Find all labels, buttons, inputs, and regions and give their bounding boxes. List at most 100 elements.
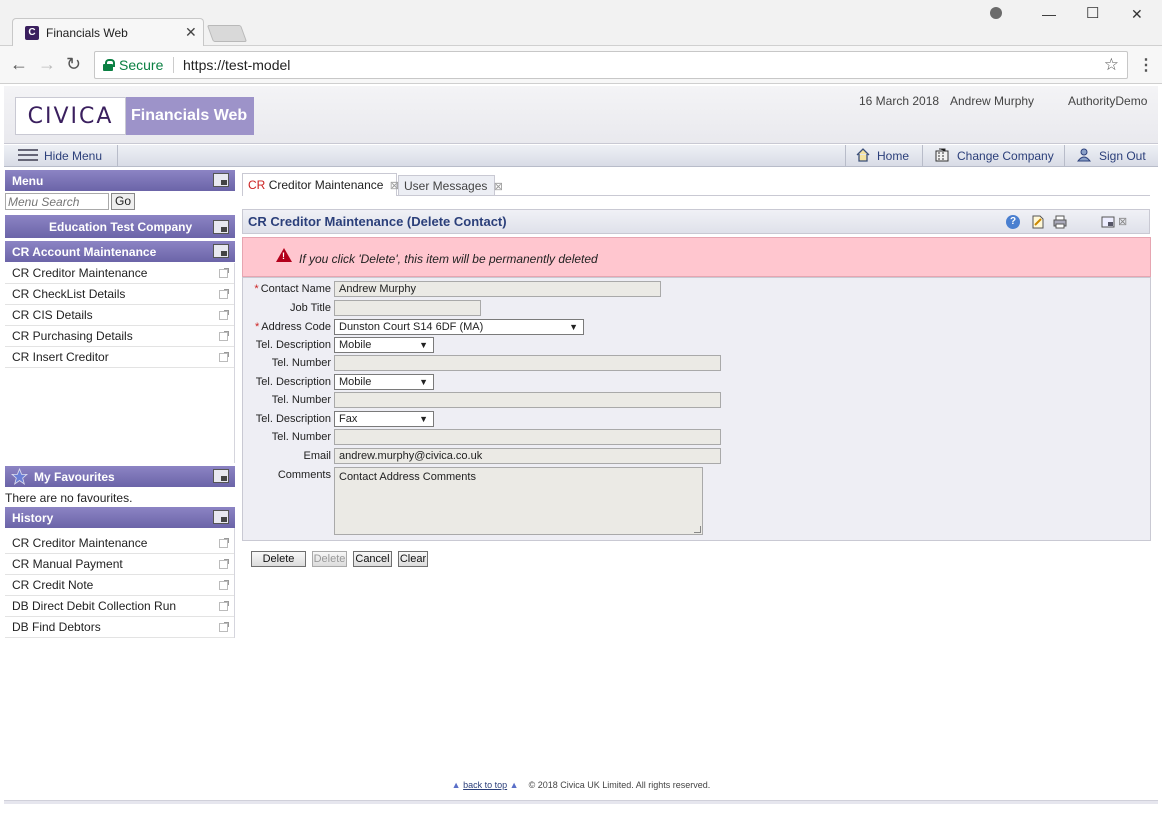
menu-item-label: CR Creditor Maintenance	[12, 266, 148, 280]
open-new-window-icon[interactable]	[219, 559, 229, 569]
back-icon[interactable]: ←	[10, 54, 28, 75]
history-toggle-icon[interactable]	[213, 510, 229, 524]
history-item[interactable]: CR Manual Payment	[5, 554, 235, 575]
sign-out-label: Sign Out	[1099, 149, 1146, 163]
change-company-label: Change Company	[957, 149, 1054, 163]
job-title-field[interactable]	[334, 300, 481, 316]
history-item[interactable]: CR Credit Note	[5, 575, 235, 596]
favourites-title: My Favourites	[34, 470, 115, 484]
history-item-label: CR Creditor Maintenance	[12, 536, 148, 550]
omnibox-divider	[173, 57, 174, 73]
tel-number-label: Tel. Number	[271, 431, 331, 443]
bookmark-star-icon[interactable]: ☆	[1104, 55, 1119, 75]
help-icon[interactable]: ?	[1006, 215, 1020, 229]
history-item[interactable]: DB Find Debtors	[5, 617, 235, 638]
reload-icon[interactable]: ↻	[66, 54, 81, 75]
menu-item-cr-checklist-details[interactable]: CR CheckList Details	[5, 284, 235, 305]
dropdown-arrow-icon: ▼	[569, 322, 578, 332]
forward-icon[interactable]: →	[38, 54, 56, 75]
header-date: 16 March 2018	[859, 94, 940, 108]
change-company-link[interactable]: Change Company	[922, 145, 1061, 166]
close-tab-icon[interactable]: ⊠	[494, 181, 503, 193]
sidebar-divider	[234, 528, 235, 638]
menu-item-cr-cis-details[interactable]: CR CIS Details	[5, 305, 235, 326]
close-form-icon[interactable]: ⊠	[1118, 215, 1132, 229]
delete-button[interactable]: Delete	[251, 551, 306, 567]
tel-number-field-1[interactable]	[334, 355, 721, 371]
app-subbar: Hide Menu Home Change Company Sign Out	[4, 145, 1158, 167]
open-new-window-icon[interactable]	[219, 538, 229, 548]
email-field[interactable]: andrew.murphy@civica.co.uk	[334, 448, 721, 464]
resize-grip-icon[interactable]	[694, 526, 701, 533]
up-arrow-icon: ▲	[509, 780, 519, 790]
menu-item-cr-insert-creditor[interactable]: CR Insert Creditor	[5, 347, 235, 368]
maximize-icon[interactable]: ☐	[1086, 4, 1099, 22]
tel-description-select-2[interactable]: Mobile ▼	[334, 374, 434, 390]
address-code-select[interactable]: Dunston Court S14 6DF (MA) ▼	[334, 319, 584, 335]
profile-icon[interactable]	[990, 7, 1002, 19]
history-item-label: DB Find Debtors	[12, 620, 101, 634]
footer-rule	[4, 800, 1158, 804]
company-panel-toggle-icon[interactable]	[213, 220, 229, 234]
comments-label: Comments	[277, 469, 331, 481]
warning-icon	[276, 248, 292, 262]
open-new-window-icon[interactable]	[219, 331, 229, 341]
home-link[interactable]: Home	[845, 145, 920, 166]
menu-item-cr-creditor-maintenance[interactable]: CR Creditor Maintenance	[5, 263, 235, 284]
address-bar[interactable]: Secure https://test-model ☆	[94, 51, 1128, 79]
contact-name-label: * Contact Name	[254, 283, 331, 295]
tel-number-field-2[interactable]	[334, 392, 721, 408]
menu-search-go-button[interactable]: Go	[111, 193, 135, 210]
menu-item-label: CR Purchasing Details	[12, 329, 133, 343]
browser-tab[interactable]: C Financials Web ✕	[12, 18, 204, 47]
menu-search-input[interactable]	[5, 193, 109, 210]
url-text[interactable]: https://test-model	[183, 57, 290, 73]
print-icon[interactable]	[1053, 215, 1067, 229]
tab-creditor-maintenance[interactable]: CR Creditor Maintenance ⊠	[242, 173, 399, 196]
new-tab-button[interactable]	[206, 25, 248, 42]
clear-button[interactable]: Clear	[398, 551, 428, 567]
sign-out-link[interactable]: Sign Out	[1064, 145, 1158, 166]
close-window-icon[interactable]: ✕	[1131, 6, 1143, 23]
tab-user-messages[interactable]: User Messages ⊠	[398, 175, 503, 195]
contact-name-field[interactable]: Andrew Murphy	[334, 281, 661, 297]
hide-menu-icon	[18, 149, 38, 161]
open-new-window-icon[interactable]	[219, 352, 229, 362]
section-header[interactable]: CR Account Maintenance	[5, 241, 235, 262]
back-to-top-link[interactable]: back to top	[463, 780, 507, 790]
browser-menu-icon[interactable]: ⋮	[1138, 55, 1154, 75]
open-new-window-icon[interactable]	[219, 580, 229, 590]
browser-tab-title: Financials Web	[46, 26, 128, 40]
open-new-window-icon[interactable]	[219, 289, 229, 299]
menu-panel-toggle-icon[interactable]	[213, 173, 229, 187]
history-item-label: DB Direct Debit Collection Run	[12, 599, 177, 613]
edit-document-icon[interactable]	[1031, 215, 1045, 229]
tel-description-select-3[interactable]: Fax ▼	[334, 411, 434, 427]
open-new-window-icon[interactable]	[219, 268, 229, 278]
tel-number-field-3[interactable]	[334, 429, 721, 445]
open-new-window-icon[interactable]	[219, 310, 229, 320]
open-new-window-icon[interactable]	[219, 622, 229, 632]
close-tab-icon[interactable]: ✕	[185, 24, 197, 41]
section-up-icon[interactable]	[213, 244, 229, 258]
section-title: CR Account Maintenance	[12, 245, 157, 259]
tab-label: User Messages	[404, 179, 488, 193]
browser-titlebar: C Financials Web ✕ — ☐ ✕	[0, 0, 1162, 47]
hide-menu-button[interactable]: Hide Menu	[10, 145, 118, 166]
open-new-window-icon[interactable]	[219, 601, 229, 611]
favourites-toggle-icon[interactable]	[213, 469, 229, 483]
header-user: Andrew Murphy	[950, 94, 1035, 108]
history-item[interactable]: DB Direct Debit Collection Run	[5, 596, 235, 617]
popout-window-icon[interactable]	[1101, 215, 1115, 229]
minimize-icon[interactable]: —	[1042, 6, 1056, 22]
cancel-button[interactable]: Cancel	[353, 551, 392, 567]
menu-item-cr-purchasing-details[interactable]: CR Purchasing Details	[5, 326, 235, 347]
address-code-label: * Address Code	[255, 321, 331, 333]
star-icon	[11, 468, 28, 485]
home-label: Home	[877, 149, 910, 163]
tel-description-select-1[interactable]: Mobile ▼	[334, 337, 434, 353]
delete-disabled-button[interactable]: Delete	[312, 551, 347, 567]
history-item[interactable]: CR Creditor Maintenance	[5, 533, 235, 554]
tab-label: Creditor Maintenance	[268, 178, 384, 192]
comments-textarea[interactable]: Contact Address Comments	[334, 467, 703, 535]
